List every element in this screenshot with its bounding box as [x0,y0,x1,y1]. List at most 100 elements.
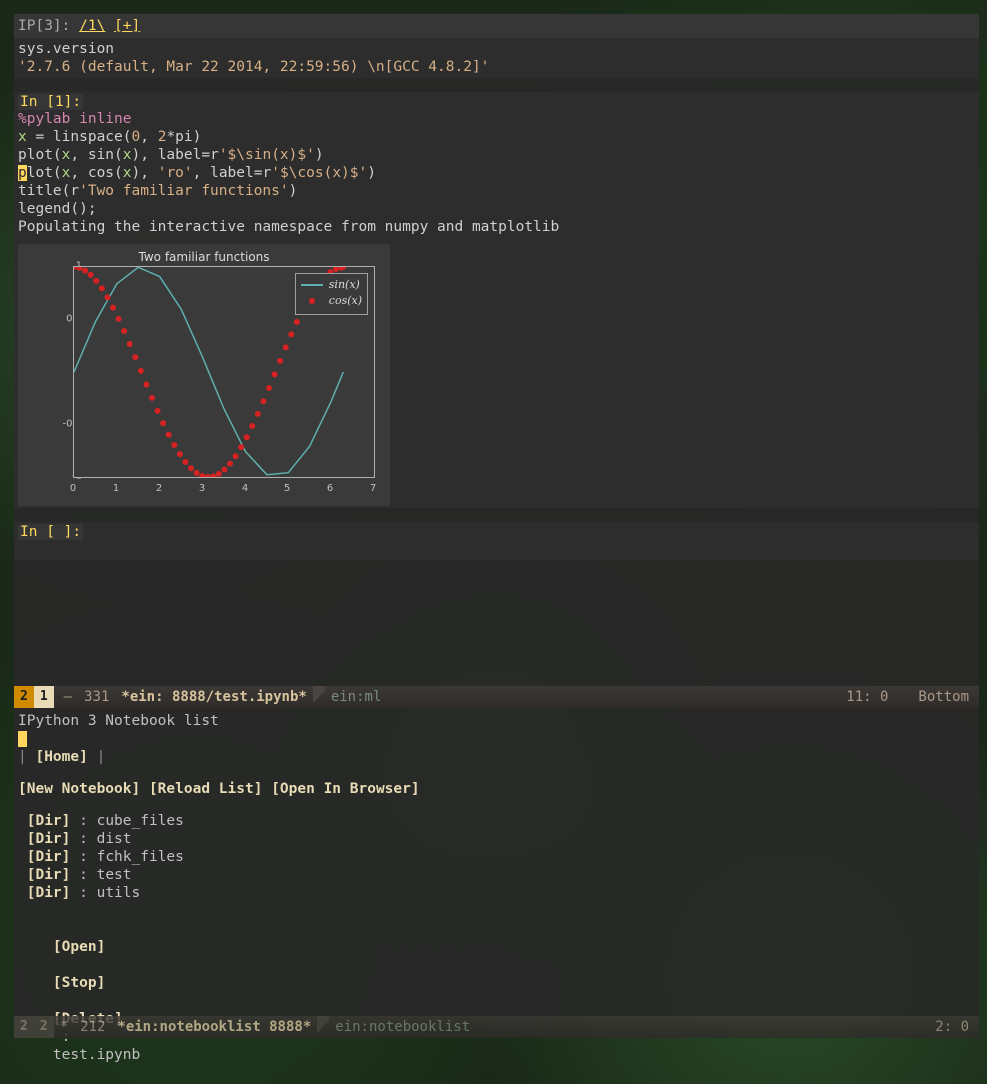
xtick: 3 [199,483,205,494]
ml-window-index: 2 [14,1016,34,1038]
ml-dash: — [58,686,78,708]
xtick: 7 [370,483,376,494]
legend-sin: sin(x) [329,277,360,293]
code-l4a: title(r [18,183,79,199]
code-l3h: , label=r [193,165,272,181]
editor-pane: IP[3]: /1\ [+] sys.version '2.7.6 (defau… [14,14,979,686]
dir-name[interactable]: dist [97,831,132,847]
code-l1b: = linspace( [27,129,132,145]
xtick: 1 [113,483,119,494]
open-browser-button[interactable]: [Open In Browser] [271,781,419,797]
dir-link[interactable]: [Dir] [18,813,70,829]
code-l3f: ), [132,165,158,181]
ml-buffer-name: *ein: 8888/test.ipynb* [115,686,312,708]
ml-buffer-index: 1 [34,686,54,708]
dir-name[interactable]: cube_files [97,813,184,829]
dir-link[interactable]: [Dir] [18,849,70,865]
cursor: p [18,165,27,181]
chart-legend: sin(x) cos(x) [295,273,368,315]
code-l1f: *pi) [166,129,201,145]
code-l2d: x [123,147,132,163]
code-l3j: ) [367,165,376,181]
legend-line-icon [301,284,323,286]
dir-name[interactable]: test [97,867,132,883]
stop-button[interactable]: [Stop] [53,975,105,991]
cursor-icon [18,731,27,747]
dir-link[interactable]: [Dir] [18,885,70,901]
code-l2a: plot( [18,147,62,163]
cell-sysversion: sys.version '2.7.6 (default, Mar 22 2014… [14,38,979,78]
modeline-top: 2 1 — 331 *ein: 8888/test.ipynb* ein:ml … [14,686,979,708]
cell-empty[interactable]: In [ ]: [14,522,979,560]
code-l1c: 0 [132,129,141,145]
xtick: 2 [156,483,162,494]
code-l2f: '$\sin(x)$' [219,147,315,163]
chevron-right-icon [313,686,325,708]
xtick: 5 [284,483,290,494]
ml-pos: 11: 0 [846,686,888,708]
sep-colon: : [70,813,96,829]
cell-empty-prompt: In [ ]: [18,524,83,540]
sep-colon: : [70,831,96,847]
sep-colon: : [70,849,96,865]
code-l2c: , sin( [70,147,122,163]
notebook-list-title: IPython 3 Notebook list [18,712,975,730]
sep-bar: | [97,749,106,765]
code-l3e: x [123,165,132,181]
chevron-right-icon [317,1016,329,1038]
code-l1a: x [18,129,27,145]
xtick: 6 [327,483,333,494]
cell-1[interactable]: In [1]: %pylab inline x = linspace(0, 2*… [14,92,979,508]
code-l4b: 'Two familiar functions' [79,183,289,199]
tab-1[interactable]: /1\ [79,18,105,34]
ml-dash: * [54,1016,74,1038]
ml-mode: ein:ml [325,686,388,708]
code-l3g: 'ro' [158,165,193,181]
xtick: 0 [70,483,76,494]
code-l2g: ) [315,147,324,163]
ml-linenum: 212 [74,1016,111,1038]
dir-link[interactable]: [Dir] [18,867,70,883]
dir-link[interactable]: [Dir] [18,831,70,847]
cell-1-prompt: In [1]: [18,94,83,110]
file-name[interactable]: test.ipynb [53,1047,140,1063]
code-l0: %pylab inline [18,111,132,127]
tab-add[interactable]: [+] [114,18,140,34]
sep-colon: : [70,867,96,883]
dir-name[interactable]: fchk_files [97,849,184,865]
ml-buffer-index: 2 [34,1016,54,1038]
chart-output: Two familiar functions 1 0.5 0 -0.5 -1 0… [18,244,390,506]
ml-buffer-name: *ein:notebooklist 8888* [111,1016,317,1038]
code-l5: legend(); [18,200,975,218]
modeline-bottom: 2 2 * 212 *ein:notebooklist 8888* ein:no… [14,1016,979,1038]
code-l3b: lot( [27,165,62,181]
sep-bar: | [18,749,35,765]
sep-colon: : [70,885,96,901]
legend-dot-icon [301,298,323,304]
tabbar-label: IP[3]: [18,18,70,34]
code-l1d: , [140,129,157,145]
dir-name[interactable]: utils [97,885,141,901]
cell-out-value: '2.7.6 (default, Mar 22 2014, 22:59:56) … [18,58,975,76]
ml-mode: ein:notebooklist [329,1016,476,1038]
ml-pos: 2: 0 [935,1016,969,1038]
code-l4c: ) [289,183,298,199]
cell-out-in: sys.version [18,40,975,58]
legend-cos: cos(x) [329,293,362,309]
code-l3i: '$\cos(x)$' [271,165,367,181]
chart-plot-area: sin(x) cos(x) [73,266,375,478]
chart-title: Two familiar functions [18,250,390,264]
tab-bar: IP[3]: /1\ [+] [14,14,979,38]
ml-window-index: 2 [14,686,34,708]
new-notebook-button[interactable]: [New Notebook] [18,781,140,797]
code-l2e: ), label=r [132,147,219,163]
xtick: 4 [242,483,248,494]
open-button[interactable]: [Open] [53,939,105,955]
ml-linenum: 331 [78,686,115,708]
notebook-list-pane: IPython 3 Notebook list | [Home] | [New … [14,708,979,1016]
reload-list-button[interactable]: [Reload List] [149,781,263,797]
ml-bottom: Bottom [918,686,969,708]
home-link[interactable]: [Home] [35,749,87,765]
code-l3d: , cos( [70,165,122,181]
cell-1-stdout: Populating the interactive namespace fro… [18,218,975,236]
